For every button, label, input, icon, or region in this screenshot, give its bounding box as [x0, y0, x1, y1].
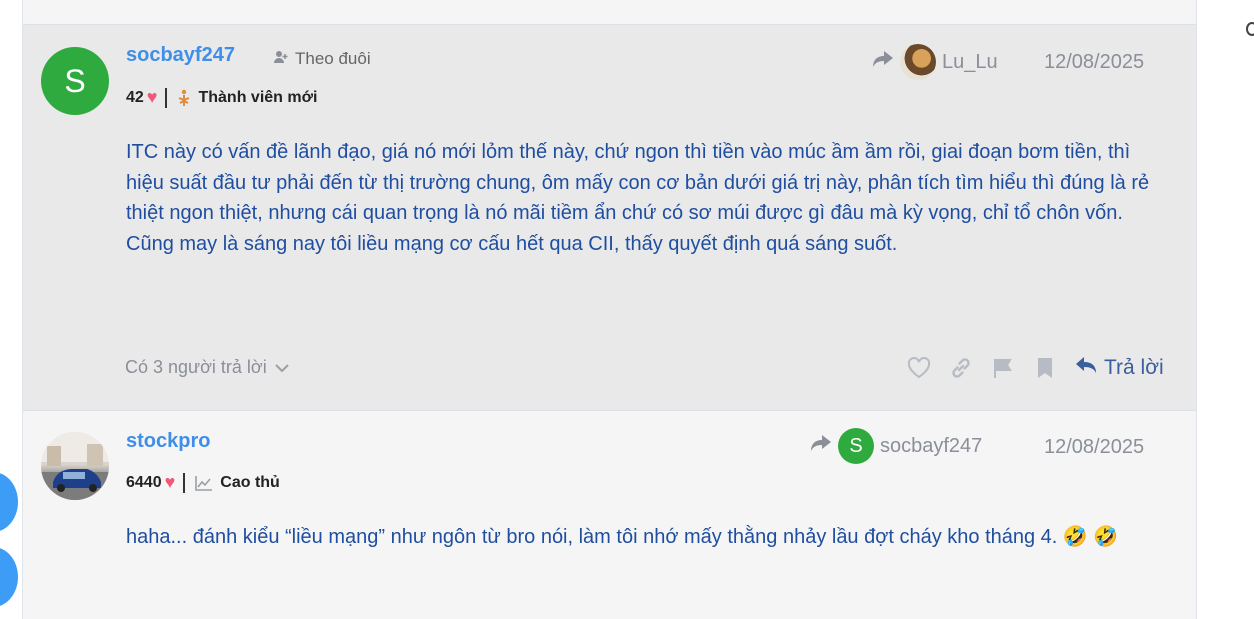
new-member-icon [177, 89, 191, 107]
reply-to-username: Lu_Lu [942, 50, 998, 73]
post-content: haha... đánh kiểu “liều mạng” như ngôn t… [126, 526, 1119, 548]
post-content: ITC này có vấn đề lãnh đạo, giá nó mới l… [126, 141, 1150, 255]
link-icon[interactable] [948, 355, 974, 381]
post-date: 12/08/2025 [1044, 51, 1145, 73]
rank-label: Cao thủ [220, 473, 280, 491]
post-actions: Trả lời [906, 355, 1164, 381]
rank-label: Thành viên mới [198, 88, 318, 106]
username-link[interactable]: stockpro [126, 430, 210, 453]
avatar-letter: S [64, 62, 86, 99]
reply-to-user[interactable]: S socbayf247 [810, 428, 982, 464]
post-stockpro: stockpro 6440 ♥ Cao thủ S socbayf247 12/… [23, 411, 1196, 619]
user-meta: 6440 ♥ Cao thủ [126, 472, 280, 493]
reply-button[interactable]: Trả lời [1074, 355, 1164, 381]
likes-count: 42 [126, 88, 144, 106]
bookmark-icon[interactable] [1032, 355, 1058, 381]
heart-icon: ♥ [146, 87, 158, 107]
user-meta: 42 ♥ Thành viên mới [126, 87, 317, 108]
reply-button-label: Trả lời [1104, 356, 1164, 379]
avatar[interactable]: S [41, 47, 109, 115]
side-avatar-bubble-2[interactable] [0, 547, 18, 607]
reply-to-avatar-letter: S [849, 434, 863, 457]
post-socbayf247: S socbayf247 Theo đuôi 42 ♥ Thành viên m… [23, 25, 1196, 411]
reply-to-avatar [900, 44, 936, 80]
like-icon[interactable] [906, 355, 932, 381]
follow-icon [273, 49, 289, 69]
previous-post-edge [23, 0, 1196, 25]
discussion-column: S socbayf247 Theo đuôi 42 ♥ Thành viên m… [22, 0, 1197, 619]
replies-toggle[interactable]: Có 3 người trả lời [125, 357, 289, 378]
flag-icon[interactable] [990, 355, 1016, 381]
replies-toggle-label: Có 3 người trả lời [125, 357, 267, 377]
reply-icon [1074, 355, 1098, 381]
chart-icon [195, 475, 213, 491]
reply-to-username: socbayf247 [880, 434, 983, 457]
corner-glyph-icon [1246, 22, 1254, 36]
username-link[interactable]: socbayf247 [126, 44, 235, 67]
share-arrow-icon [810, 434, 832, 458]
follow-label: Theo đuôi [295, 49, 371, 68]
side-avatar-bubble-1[interactable] [0, 472, 18, 532]
divider [183, 472, 186, 493]
reply-to-avatar: S [838, 428, 874, 464]
avatar[interactable] [41, 432, 109, 500]
reply-to-user[interactable]: Lu_Lu [872, 44, 998, 80]
likes-count: 6440 [126, 473, 162, 491]
share-arrow-icon [872, 50, 894, 74]
follow-button[interactable]: Theo đuôi [273, 49, 371, 69]
chevron-down-icon [275, 357, 289, 378]
heart-icon: ♥ [164, 472, 176, 492]
divider [165, 87, 168, 108]
post-date: 12/08/2025 [1044, 436, 1145, 458]
